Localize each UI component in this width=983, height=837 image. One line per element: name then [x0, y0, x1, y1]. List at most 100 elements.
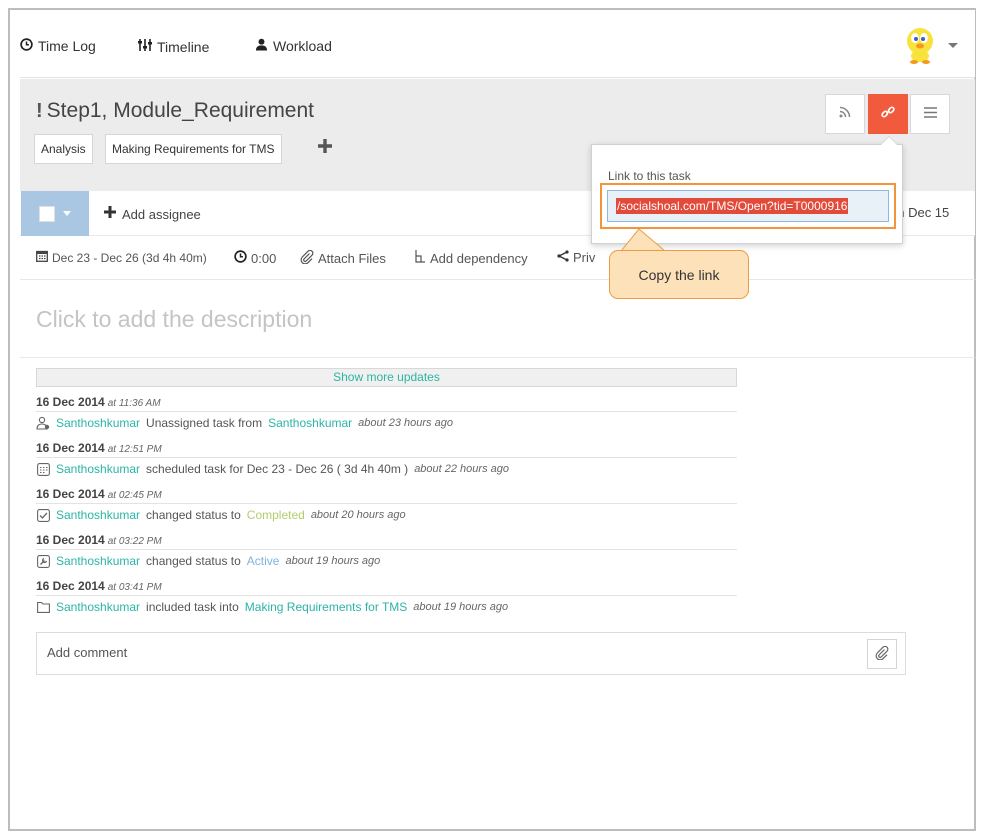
popover-label: Link to this task [608, 169, 691, 183]
nav-timeline[interactable]: Timeline [138, 38, 209, 55]
divider [36, 457, 737, 458]
chevron-down-icon[interactable] [948, 43, 958, 48]
update-ago: about 19 hours ago [285, 555, 381, 567]
update-date: 16 Dec 2014 at 02:45 PM [36, 487, 162, 501]
update-target-link[interactable]: Making Requirements for TMS [245, 600, 408, 614]
update-text: changed status to [146, 554, 241, 568]
update-time: at 03:22 PM [107, 536, 162, 547]
status-completed: Completed [246, 508, 305, 522]
tag-analysis[interactable]: Analysis [34, 134, 93, 164]
show-more-updates-button[interactable]: Show more updates [36, 368, 737, 387]
calendar-icon [36, 250, 48, 265]
update-ago: about 22 hours ago [414, 463, 509, 475]
link-icon [880, 104, 896, 125]
update-time: at 12:51 PM [107, 444, 162, 455]
time-tracked-text: 0:00 [251, 250, 277, 266]
menu-button[interactable] [910, 94, 950, 134]
add-assignee-label: Add assignee [122, 206, 201, 222]
add-tag-icon[interactable] [318, 136, 332, 159]
clock-icon [20, 38, 33, 54]
schedule-dates-text: Dec 23 - Dec 26 (3d 4h 40m) [52, 250, 207, 265]
user-icon [255, 38, 268, 54]
tag-project[interactable]: Making Requirements for TMS [105, 134, 282, 164]
update-row: Santhoshkumar Unassigned task from Santh… [36, 416, 453, 430]
paperclip-icon [300, 249, 314, 267]
task-title[interactable]: ! Step1, Module_Requirement [36, 99, 314, 123]
hamburger-icon [923, 105, 937, 123]
comment-box [36, 632, 906, 675]
update-date-text: 16 Dec 2014 [36, 395, 105, 409]
app-frame: Time Log Timeline Workload ! Step1, Modu… [8, 8, 976, 831]
folder-icon [36, 600, 50, 614]
divider [36, 595, 737, 596]
update-date: 16 Dec 2014 at 03:22 PM [36, 533, 162, 547]
divider [36, 549, 737, 550]
comment-input[interactable] [47, 645, 827, 660]
description-placeholder[interactable]: Click to add the description [36, 306, 312, 333]
nav-time-log[interactable]: Time Log [20, 38, 96, 54]
update-ago: about 19 hours ago [413, 601, 509, 613]
update-user-link[interactable]: Santhoshkumar [56, 416, 140, 430]
wrench-icon [36, 554, 50, 568]
update-ago: about 20 hours ago [310, 509, 406, 521]
dependency-icon [414, 250, 426, 266]
schedule-dates[interactable]: Dec 23 - Dec 26 (3d 4h 40m) [36, 250, 207, 265]
link-button[interactable] [868, 94, 908, 134]
sliders-icon [138, 38, 152, 55]
avatar[interactable] [900, 24, 940, 64]
add-dependency-button[interactable]: Add dependency [414, 250, 528, 266]
update-date-text: 16 Dec 2014 [36, 487, 105, 501]
update-text: scheduled task for Dec 23 - Dec 26 ( 3d … [146, 462, 409, 476]
update-target-link[interactable]: Santhoshkumar [268, 416, 352, 430]
update-row: Santhoshkumar included task into Making … [36, 600, 508, 614]
update-text: Unassigned task from [146, 416, 263, 430]
update-row: Santhoshkumar scheduled task for Dec 23 … [36, 462, 509, 476]
divider [20, 357, 975, 358]
add-dependency-label: Add dependency [430, 250, 528, 266]
update-date-text: 16 Dec 2014 [36, 441, 105, 455]
attach-files-label: Attach Files [318, 251, 386, 266]
update-user-link[interactable]: Santhoshkumar [56, 600, 140, 614]
update-time: at 03:41 PM [107, 582, 162, 593]
privacy-button[interactable]: Priv [557, 250, 595, 265]
checkbox-checked-icon [36, 508, 50, 522]
copy-link-callout: Copy the link [609, 250, 749, 299]
update-text: changed status to [146, 508, 241, 522]
update-user-link[interactable]: Santhoshkumar [56, 508, 140, 522]
chevron-down-icon[interactable] [63, 211, 71, 216]
attach-files-button[interactable]: Attach Files [300, 249, 386, 267]
divider [36, 411, 737, 412]
update-time: at 02:45 PM [107, 490, 162, 501]
attach-comment-button[interactable] [867, 639, 897, 669]
nav-timeline-label: Timeline [157, 38, 210, 55]
complete-checkbox[interactable] [39, 205, 55, 222]
top-nav: Time Log Timeline Workload [20, 10, 975, 78]
clock-icon [234, 250, 247, 266]
calendar-icon [36, 462, 50, 476]
update-date: 16 Dec 2014 at 12:51 PM [36, 441, 162, 455]
nav-workload[interactable]: Workload [255, 38, 332, 54]
rss-button[interactable] [825, 94, 865, 134]
popover-arrow [880, 136, 898, 145]
plus-icon [104, 205, 116, 223]
update-text: included task into [146, 600, 239, 614]
update-date: 16 Dec 2014 at 03:41 PM [36, 579, 162, 593]
rss-icon [839, 105, 851, 123]
divider [36, 503, 737, 504]
update-ago: about 23 hours ago [358, 417, 453, 429]
share-icon [557, 250, 569, 265]
task-title-text: Step1, Module_Requirement [46, 99, 315, 122]
add-assignee-button[interactable]: Add assignee [104, 205, 201, 223]
update-date: 16 Dec 2014 at 11:36 AM [36, 395, 161, 409]
app-inner: Time Log Timeline Workload ! Step1, Modu… [20, 10, 975, 831]
status-checkbox-dropdown[interactable] [21, 191, 89, 236]
update-date-text: 16 Dec 2014 [36, 533, 105, 547]
update-user-link[interactable]: Santhoshkumar [56, 462, 140, 476]
time-tracked[interactable]: 0:00 [234, 250, 276, 266]
update-user-link[interactable]: Santhoshkumar [56, 554, 140, 568]
unassign-user-icon [36, 416, 50, 430]
task-link-field[interactable]: /socialshoal.com/TMS/Open?tid=T0000916 [607, 190, 889, 222]
update-date-text: 16 Dec 2014 [36, 579, 105, 593]
nav-workload-label: Workload [273, 38, 332, 54]
paperclip-icon [875, 645, 889, 663]
